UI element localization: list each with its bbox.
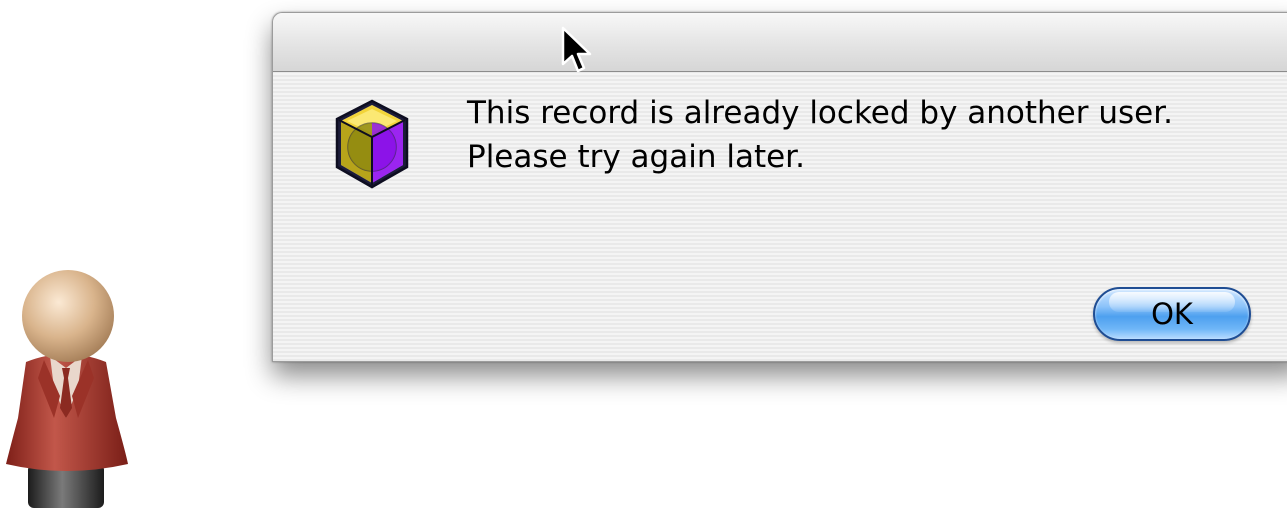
user-figure-icon	[4, 268, 134, 508]
arrow-cursor-icon	[560, 26, 594, 76]
alert-message-line-2: Please try again later.	[467, 139, 805, 175]
ok-button[interactable]: OK	[1093, 287, 1251, 341]
ok-button-label: OK	[1151, 297, 1193, 331]
application-cube-icon	[333, 97, 411, 193]
alert-message: This record is already locked by another…	[467, 91, 1267, 179]
alert-dialog: This record is already locked by another…	[272, 12, 1287, 362]
title-bar[interactable]	[273, 13, 1287, 72]
alert-message-line-1: This record is already locked by another…	[467, 95, 1173, 131]
